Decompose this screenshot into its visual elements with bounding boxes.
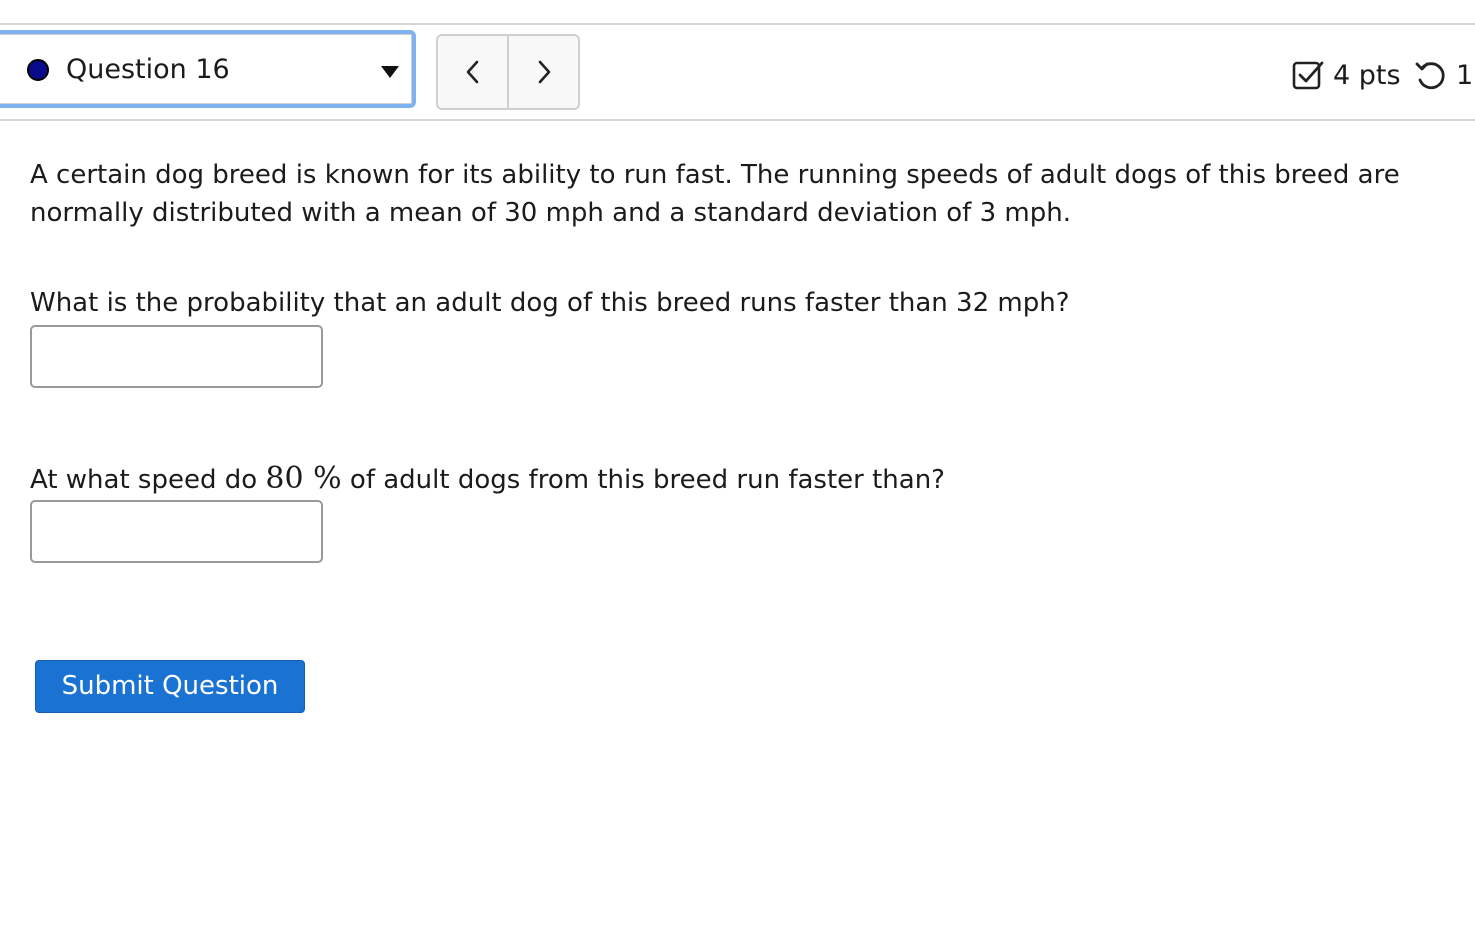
chevron-right-icon xyxy=(538,60,550,84)
retry-icon xyxy=(1415,62,1445,90)
part1-prompt: What is the probability that an adult do… xyxy=(30,288,1070,318)
header-divider xyxy=(0,119,1475,121)
question-intro: A certain dog breed is known for its abi… xyxy=(30,160,1400,228)
question-selector-label: Question 16 xyxy=(66,54,230,85)
attempts-count: 1 xyxy=(1456,60,1474,91)
part2-prompt: At what speed do 80 % of adult dogs from… xyxy=(30,461,945,498)
top-divider xyxy=(0,23,1475,25)
next-question-button[interactable] xyxy=(507,36,578,108)
question-selector[interactable]: Question 16 xyxy=(0,30,416,108)
part2-math-percent: 80 % xyxy=(265,461,342,496)
part1-answer-input[interactable] xyxy=(30,325,323,388)
question-nav xyxy=(436,34,580,110)
part2-answer-input[interactable] xyxy=(30,500,323,563)
previous-question-button[interactable] xyxy=(438,36,507,108)
question-status-dot xyxy=(27,59,49,81)
checkbox-check-icon xyxy=(1292,61,1324,90)
chevron-left-icon xyxy=(466,60,478,84)
part2-prompt-start: At what speed do xyxy=(30,465,258,495)
points-value: 4 pts xyxy=(1333,60,1401,91)
caret-down-icon xyxy=(381,66,399,78)
part2-prompt-end: of adult dogs from this breed run faster… xyxy=(349,465,945,495)
submit-question-button[interactable]: Submit Question xyxy=(35,660,305,713)
